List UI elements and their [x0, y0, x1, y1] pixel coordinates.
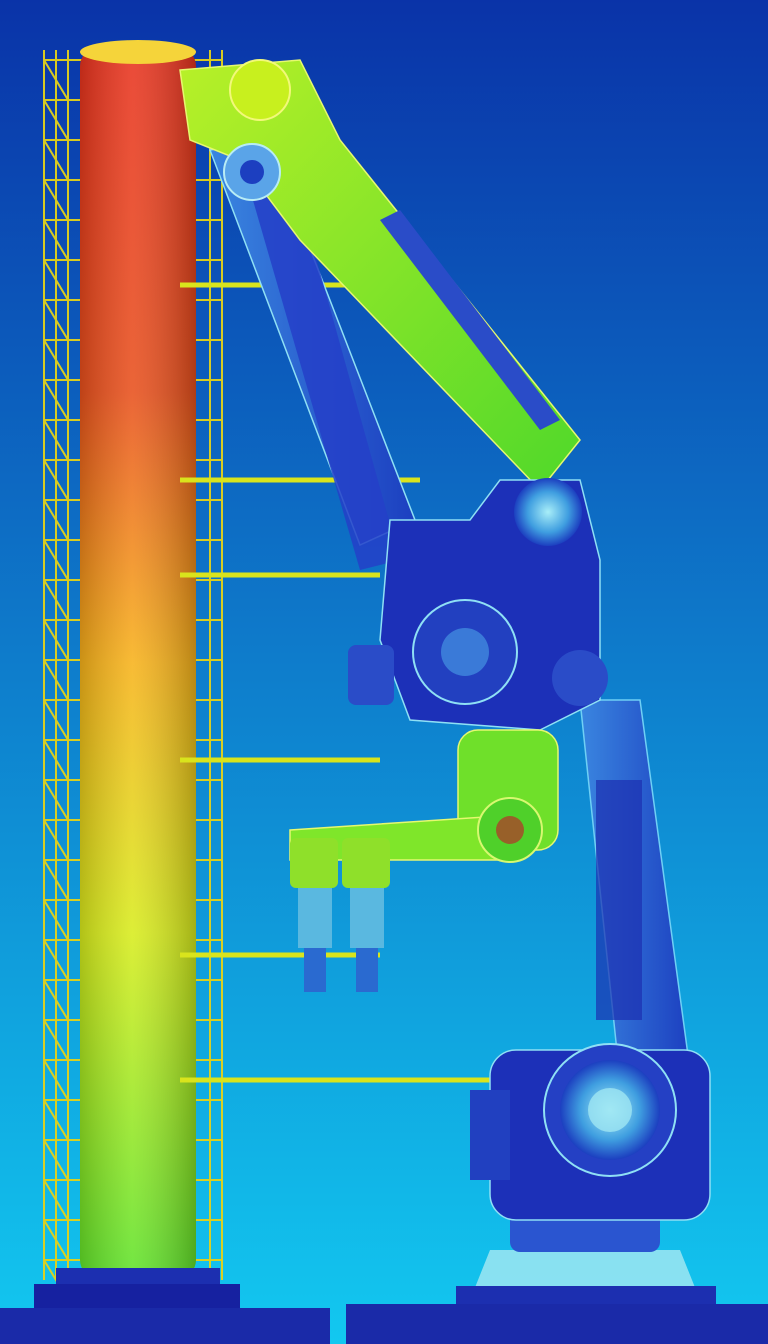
base-housing [470, 1043, 711, 1221]
heated-pillar [80, 40, 196, 1278]
scene-svg [0, 0, 768, 1344]
thermal-scene [0, 0, 768, 1344]
